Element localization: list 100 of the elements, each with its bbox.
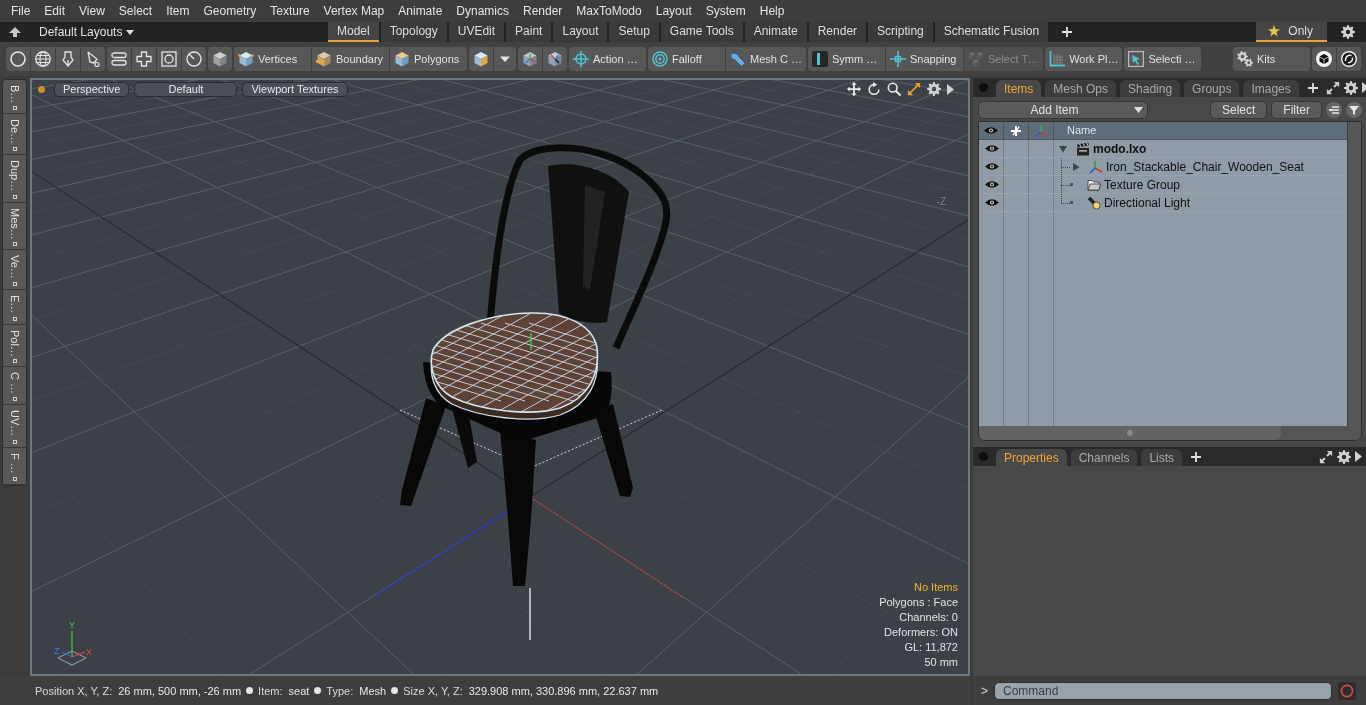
viewport-option-button[interactable]: Default [134,81,238,97]
expand-triangle-icon[interactable] [1059,144,1067,153]
menu-item[interactable]: System [698,1,753,21]
side-tab[interactable]: C … [3,367,26,406]
layout-tab[interactable]: Model [328,22,379,42]
viewport-option-button[interactable]: Viewport Textures [242,81,348,97]
side-tab[interactable]: E… [3,290,26,325]
menu-item[interactable]: Geometry [196,1,264,21]
toolbar-icon-button[interactable] [469,47,493,71]
menu-item[interactable]: Item [159,1,197,21]
move-icon[interactable] [847,82,861,96]
side-tab[interactable]: B… [3,80,26,115]
add-item-dropdown[interactable]: Add Item [978,100,1148,119]
rotate-icon[interactable] [867,82,881,96]
layout-tab[interactable]: Animate [744,22,807,42]
panel-tab[interactable]: Images [1243,80,1299,97]
expand-triangle-icon[interactable] [1072,162,1080,171]
visibility-icon[interactable] [984,180,999,189]
side-tab[interactable]: Mes… [3,202,26,251]
menu-item[interactable]: Dynamics [449,1,516,21]
horizontal-scrollbar[interactable] [979,426,1281,440]
layout-tab[interactable]: Layout [553,22,608,42]
visibility-icon[interactable] [984,126,998,135]
side-tab[interactable]: Pol… [3,324,26,368]
cross-icon[interactable] [1010,124,1022,137]
toolbar-button[interactable]: Symm … [807,47,885,71]
panel-tab[interactable]: Groups [1184,80,1240,97]
maximize-icon[interactable] [907,82,921,96]
panel-dot-icon[interactable] [979,83,988,92]
settings-icon[interactable] [1341,25,1355,39]
menu-item[interactable]: Help [752,1,792,21]
favorites-tab[interactable]: Only [1256,22,1327,42]
settings-icon[interactable] [1343,80,1358,95]
expand-icon[interactable] [1319,449,1333,464]
visibility-icon[interactable] [984,144,999,153]
panel-tab[interactable]: Lists [1141,449,1183,466]
menu-item[interactable]: Animate [391,1,450,21]
layout-tab[interactable]: Game Tools [660,22,743,42]
panel-tab[interactable]: Mesh Ops [1045,80,1117,97]
menu-item[interactable]: Vertex Map [316,1,392,21]
panel-tab[interactable]: Properties [996,449,1067,466]
dropdown-button[interactable] [494,47,516,71]
side-tab[interactable]: F … [3,447,26,485]
layout-arrow-icon[interactable] [9,27,21,37]
toolbar-button[interactable]: Polygons [390,47,467,71]
settings-icon[interactable] [1337,449,1351,464]
expand-icon[interactable] [1325,80,1340,95]
tree-item[interactable]: Directional Light [1104,195,1191,210]
layout-tab[interactable]: Scripting [868,22,933,42]
viewport-option-button[interactable]: Perspective [54,81,130,97]
panel-button[interactable]: Select [1209,100,1268,119]
filter-icon[interactable] [1346,101,1362,118]
toolbar-button[interactable]: Falloff [648,47,725,71]
side-tab[interactable]: Ve… [3,250,26,291]
panel-tab[interactable]: Channels [1070,449,1138,466]
list-options-icon[interactable] [1326,101,1342,118]
toolbar-button[interactable]: Boundary [312,47,389,71]
visibility-icon[interactable] [984,198,999,207]
search-icon[interactable] [887,82,901,96]
side-tab[interactable]: Dup… [3,155,26,203]
panel-tab[interactable]: Shading [1120,80,1181,97]
command-field[interactable]: Command [994,681,1332,700]
toolbar-button[interactable]: Action … [569,47,646,71]
toolbar-button[interactable]: Work Pl… [1045,47,1123,71]
scroll-grip-icon[interactable] [1127,430,1133,436]
triangle-right-icon[interactable] [1361,82,1366,93]
layout-tab[interactable]: Render [808,22,867,42]
tree-item[interactable]: modo.lxo [1093,141,1147,156]
menu-item[interactable]: Select [111,1,160,21]
panel-dot-icon[interactable] [979,452,988,461]
toolbar-button[interactable]: Selecti … [1124,47,1202,71]
menu-item[interactable]: View [72,1,112,21]
toolbar-button[interactable]: Snapping [885,47,963,71]
tree-item[interactable]: Iron_Stackable_Chair_Wooden_Seat [1106,159,1304,174]
add-tab-icon[interactable] [1062,27,1073,37]
column-header[interactable]: Name [1054,122,1097,139]
tree-item[interactable]: Texture Group [1104,177,1181,192]
record-icon[interactable] [1338,681,1356,700]
panel-tab[interactable]: Items [996,80,1042,97]
layout-tab[interactable]: Paint [506,22,552,42]
menu-item[interactable]: File [4,1,38,21]
toolbar-icon-button[interactable] [1337,47,1361,71]
toolbar-button[interactable]: Vertices [234,47,311,71]
panel-button[interactable]: Filter [1271,100,1322,119]
menu-item[interactable]: Render [516,1,570,21]
toolbar-button[interactable]: Mesh C … [726,47,806,71]
layout-tab[interactable]: Setup [609,22,659,42]
settings-icon[interactable] [927,82,941,96]
layout-tab[interactable]: Schematic Fusion [934,22,1049,42]
triangle-right-icon[interactable] [1355,451,1362,462]
layout-dropdown[interactable]: Default Layouts [35,22,139,42]
menu-item[interactable]: MaxToModo [569,1,649,21]
side-tab[interactable]: De… [3,114,26,156]
layout-tab[interactable]: Topology [380,22,447,42]
toolbar-icon-button[interactable] [1312,47,1336,71]
side-tab[interactable]: UV… [3,405,26,448]
layout-tab[interactable]: UVEdit [448,22,505,42]
add-tab-icon[interactable] [1307,82,1318,93]
add-tab-icon[interactable] [1191,451,1202,462]
menu-item[interactable]: Texture [263,1,317,21]
